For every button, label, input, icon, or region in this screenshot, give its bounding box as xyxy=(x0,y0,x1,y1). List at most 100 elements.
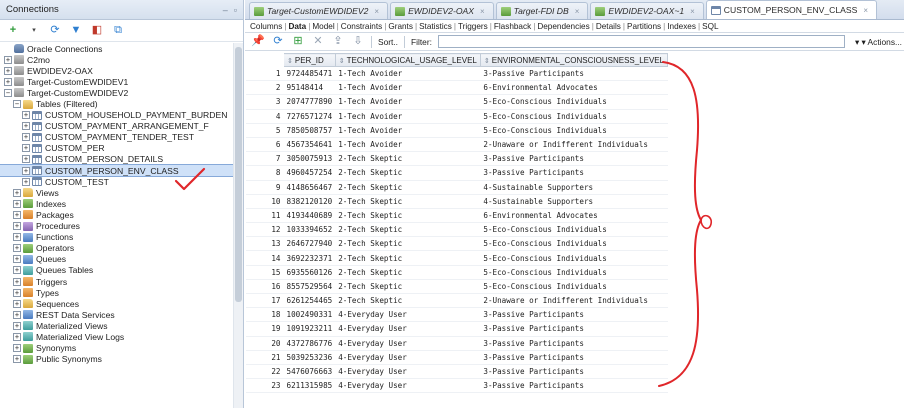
delete-row-icon[interactable]: ✕ xyxy=(311,35,325,49)
table-row[interactable]: 15 6935560126 2-Tech Skeptic 5-Eco-Consciou… xyxy=(245,265,668,280)
tree-folder-sequences[interactable]: + Sequences xyxy=(0,298,233,309)
table-row[interactable]: 2 95148414 1-Tech Avoider 6-Environmental A… xyxy=(245,80,668,96)
cell-environmental-consciousness-level[interactable]: 3-Passive Participants xyxy=(480,336,668,351)
cell-per-id[interactable]: 6935560126 xyxy=(283,265,336,280)
collapse-icon[interactable]: − xyxy=(4,88,12,97)
subtab-sql[interactable]: SQL xyxy=(701,22,719,31)
tree-folder-functions[interactable]: + Functions xyxy=(0,232,233,243)
connections-scrollbar[interactable] xyxy=(233,43,243,408)
cell-technological-usage-level[interactable]: 1-Tech Avoider xyxy=(335,137,481,153)
table-row[interactable]: 16 8557529564 2-Tech Skeptic 5-Eco-Consciou… xyxy=(245,279,668,295)
subtab-constraints[interactable]: Constraints xyxy=(340,22,383,31)
restore-icon[interactable]: ▫ xyxy=(234,5,237,15)
subtab-triggers[interactable]: Triggers xyxy=(457,22,489,31)
cell-technological-usage-level[interactable]: 2-Tech Skeptic xyxy=(335,165,481,181)
cell-technological-usage-level[interactable]: 4-Everyday User xyxy=(335,378,481,394)
cell-technological-usage-level[interactable]: 2-Tech Skeptic xyxy=(335,222,481,238)
cell-technological-usage-level[interactable]: 4-Everyday User xyxy=(335,364,481,380)
expand-icon[interactable]: + xyxy=(13,266,21,275)
cell-per-id[interactable]: 1002490331 xyxy=(283,307,336,323)
table-row[interactable]: 11 4193440689 2-Tech Skeptic 6-Environmenta… xyxy=(245,208,668,224)
expand-icon[interactable]: + xyxy=(13,332,21,341)
tree-folder-operators[interactable]: + Operators xyxy=(0,243,233,254)
subtab-statistics[interactable]: Statistics xyxy=(418,22,453,31)
cell-per-id[interactable]: 3050075913 xyxy=(283,151,336,167)
column-header-technological-usage-level[interactable]: ⇕ TECHNOLOGICAL_USAGE_LEVEL xyxy=(334,53,481,67)
tab-custom-person-env-class[interactable]: CUSTOM_PERSON_ENV_CLASS × xyxy=(705,0,878,19)
expand-icon[interactable]: + xyxy=(22,166,30,175)
cell-per-id[interactable]: 7850508757 xyxy=(283,123,336,138)
cell-technological-usage-level[interactable]: 1-Tech Avoider xyxy=(335,66,481,82)
cell-environmental-consciousness-level[interactable]: 3-Passive Participants xyxy=(480,321,668,337)
filter-input[interactable] xyxy=(437,35,845,48)
tree-table-custom-person-details[interactable]: + CUSTOM_PERSON_DETAILS xyxy=(0,154,233,165)
cell-environmental-consciousness-level[interactable]: 4-Sustainable Supporters xyxy=(480,180,668,195)
cell-per-id[interactable]: 5039253236 xyxy=(283,350,336,365)
table-row[interactable]: 7 3050075913 2-Tech Skeptic 3-Passive Parti… xyxy=(245,151,668,167)
tab-target-fdi-db[interactable]: Target-FDI DB × xyxy=(495,2,589,19)
tree-folder-views[interactable]: + Views xyxy=(0,187,233,198)
tree-connection-c2mo[interactable]: + C2mo xyxy=(0,54,233,65)
cell-environmental-consciousness-level[interactable]: 3-Passive Participants xyxy=(480,165,668,181)
tab-ewdidev2-oax-1[interactable]: EWDIDEV2-OAX~1 × xyxy=(590,2,704,19)
cell-technological-usage-level[interactable]: 1-Tech Avoider xyxy=(335,80,481,96)
cell-environmental-consciousness-level[interactable]: 5-Eco-Conscious Individuals xyxy=(480,265,668,280)
actions-dropdown[interactable]: ▾ ▾ Actions... xyxy=(855,37,904,47)
tree-table-custom-payment-arrangement-f[interactable]: + CUSTOM_PAYMENT_ARRANGEMENT_F xyxy=(0,121,233,132)
cell-per-id[interactable]: 4193440689 xyxy=(283,208,336,224)
cell-environmental-consciousness-level[interactable]: 3-Passive Participants xyxy=(480,350,668,365)
subtab-data[interactable]: Data xyxy=(287,22,307,31)
close-tab-icon[interactable]: × xyxy=(374,7,379,16)
cell-technological-usage-level[interactable]: 2-Tech Skeptic xyxy=(335,250,481,266)
expand-icon[interactable]: + xyxy=(13,244,21,253)
dropdown-arrow-icon[interactable]: ▾ xyxy=(27,24,41,38)
cell-environmental-consciousness-level[interactable]: 2-Unaware or Indifferent Individuals xyxy=(480,293,668,309)
tree-connection-ewdidev2-oax[interactable]: + EWDIDEV2-OAX xyxy=(0,65,233,76)
cell-technological-usage-level[interactable]: 2-Tech Skeptic xyxy=(335,208,481,224)
cell-per-id[interactable]: 4372786776 xyxy=(283,336,336,351)
cell-per-id[interactable]: 1033394652 xyxy=(283,222,336,238)
cell-environmental-consciousness-level[interactable]: 3-Passive Participants xyxy=(480,66,668,82)
cell-technological-usage-level[interactable]: 2-Tech Skeptic xyxy=(335,194,481,209)
filter-icon[interactable]: ▼ xyxy=(69,24,83,38)
cell-technological-usage-level[interactable]: 2-Tech Skeptic xyxy=(335,279,481,295)
cell-per-id[interactable]: 3692232371 xyxy=(283,250,336,266)
expand-icon[interactable]: + xyxy=(13,222,21,231)
expand-icon[interactable]: + xyxy=(13,277,21,286)
tree-folder-indexes[interactable]: + Indexes xyxy=(0,198,233,209)
column-header-per-id[interactable]: ⇕ PER_ID xyxy=(283,53,336,67)
tab-target-customewdidev2[interactable]: Target-CustomEWDIDEV2 × xyxy=(249,2,389,19)
expand-icon[interactable]: + xyxy=(13,255,21,264)
expand-icon[interactable]: + xyxy=(13,233,21,242)
table-row[interactable]: 22 5476076663 4-Everyday User 3-Passive Par… xyxy=(245,364,668,380)
cell-environmental-consciousness-level[interactable]: 3-Passive Participants xyxy=(480,307,668,323)
close-tab-icon[interactable]: × xyxy=(863,6,868,15)
expand-icon[interactable]: + xyxy=(13,210,21,219)
cell-environmental-consciousness-level[interactable]: 5-Eco-Conscious Individuals xyxy=(480,279,668,295)
cell-environmental-consciousness-level[interactable]: 6-Environmental Advocates xyxy=(480,80,668,96)
tree-folder-packages[interactable]: + Packages xyxy=(0,209,233,220)
minimize-icon[interactable]: – xyxy=(223,5,228,15)
cell-per-id[interactable]: 8382120120 xyxy=(283,194,336,209)
cell-environmental-consciousness-level[interactable]: 5-Eco-Conscious Individuals xyxy=(480,236,668,252)
cell-per-id[interactable]: 4148656467 xyxy=(283,180,336,195)
expand-icon[interactable]: + xyxy=(4,66,12,75)
refresh-icon[interactable]: ⟳ xyxy=(48,24,62,38)
table-row[interactable]: 17 6261254465 2-Tech Skeptic 2-Unaware or I… xyxy=(245,293,668,309)
cell-environmental-consciousness-level[interactable]: 3-Passive Participants xyxy=(480,364,668,380)
expand-icon[interactable]: + xyxy=(22,111,30,120)
table-row[interactable]: 18 1002490331 4-Everyday User 3-Passive Par… xyxy=(245,307,668,323)
rollback-icon[interactable]: ⇩ xyxy=(351,35,365,49)
table-row[interactable]: 19 1091923211 4-Everyday User 3-Passive Par… xyxy=(245,321,668,337)
expand-icon[interactable]: + xyxy=(13,299,21,308)
tree-folder-queues-tables[interactable]: + Queues Tables xyxy=(0,265,233,276)
cell-technological-usage-level[interactable]: 4-Everyday User xyxy=(335,321,481,337)
refresh-data-icon[interactable]: ⟳ xyxy=(271,35,285,49)
tree-folder-types[interactable]: + Types xyxy=(0,287,233,298)
table-row[interactable]: 3 2074777890 1-Tech Avoider 5-Eco-Conscious… xyxy=(245,94,668,110)
table-row[interactable]: 4 7276571274 1-Tech Avoider 5-Eco-Conscious… xyxy=(245,109,668,124)
expand-icon[interactable]: + xyxy=(13,199,21,208)
expand-icon[interactable]: + xyxy=(22,144,30,153)
table-row[interactable]: 12 1033394652 2-Tech Skeptic 5-Eco-Consciou… xyxy=(245,222,668,238)
tree-folder-public-synonyms[interactable]: + Public Synonyms xyxy=(0,354,233,365)
